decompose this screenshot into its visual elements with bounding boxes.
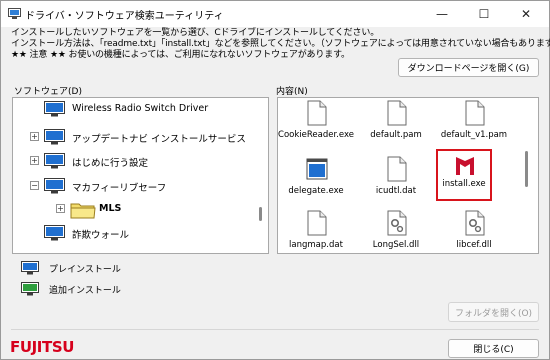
tree-item-label: アップデートナビ インストールサービス bbox=[72, 134, 246, 145]
tree-item-label: はじめに行う設定 bbox=[72, 158, 149, 169]
maximize-icon: ☐ bbox=[478, 7, 490, 21]
utility-window: ドライバ・ソフトウェア検索ユーティリティ — ☐ ✕ インストールしたいソフトウ… bbox=[0, 0, 550, 360]
file-item-selected[interactable]: install.exe bbox=[436, 149, 492, 201]
install-method-text: インストール方法は、「readme.txt」「install.txt」などを参照… bbox=[11, 39, 550, 49]
open-folder-button[interactable]: フォルダを開く(O) bbox=[448, 302, 539, 322]
collapse-icon[interactable]: − bbox=[30, 181, 39, 190]
file-item[interactable]: icudtl.dat bbox=[358, 156, 434, 201]
document-icon bbox=[307, 100, 327, 126]
additional-install-monitor-icon bbox=[21, 282, 39, 296]
legend-preinstall-label: プレインストール bbox=[49, 265, 121, 275]
document-icon bbox=[307, 210, 327, 236]
document-icon bbox=[465, 100, 485, 126]
legend-additional-label: 追加インストール bbox=[49, 286, 121, 296]
expand-icon[interactable]: + bbox=[30, 156, 39, 165]
file-name: delegate.exe bbox=[288, 186, 344, 196]
software-tree[interactable]: Wireless Radio Switch Driver + アップデートナビ … bbox=[12, 97, 269, 254]
file-name: install.exe bbox=[442, 179, 486, 189]
tree-scrollbar-thumb[interactable] bbox=[259, 207, 262, 221]
preinstall-monitor-icon bbox=[44, 129, 65, 145]
file-item[interactable]: LongSel.dll bbox=[358, 210, 434, 253]
tree-item-mcafee-livesafe[interactable]: − マカフィーリブセーフ bbox=[13, 175, 258, 197]
fujitsu-logo: FUJITSU bbox=[10, 338, 75, 356]
preinstall-monitor-icon bbox=[44, 225, 65, 241]
file-item[interactable]: delegate.exe bbox=[278, 156, 354, 201]
minimize-icon: — bbox=[436, 7, 448, 21]
tree-item-label: Wireless Radio Switch Driver bbox=[72, 103, 209, 114]
contents-scrollbar-thumb[interactable] bbox=[525, 151, 528, 187]
tree-item-mls[interactable]: + MLS bbox=[13, 198, 258, 220]
minimize-button[interactable]: — bbox=[421, 1, 463, 27]
document-icon bbox=[387, 156, 407, 182]
tree-item-label: MLS bbox=[99, 203, 122, 214]
preinstall-monitor-icon bbox=[21, 261, 39, 275]
software-label: ソフトウェア(D) bbox=[14, 87, 82, 97]
legend-preinstall: プレインストール bbox=[21, 259, 171, 277]
file-name: default_v1.pam bbox=[440, 130, 508, 140]
preinstall-monitor-icon bbox=[44, 178, 65, 194]
tree-item-wireless-radio-switch-driver[interactable]: Wireless Radio Switch Driver bbox=[13, 98, 258, 120]
app-icon bbox=[8, 8, 21, 19]
file-name: langmap.dat bbox=[289, 240, 343, 250]
legend-additional: 追加インストール bbox=[21, 280, 171, 298]
title-bar[interactable]: ドライバ・ソフトウェア検索ユーティリティ — ☐ ✕ bbox=[1, 1, 549, 27]
window-title: ドライバ・ソフトウェア検索ユーティリティ bbox=[25, 11, 224, 22]
document-icon bbox=[387, 100, 407, 126]
expand-icon[interactable]: + bbox=[30, 132, 39, 141]
contents-file-list[interactable]: CookieReader.exe default.pam default_v1.… bbox=[277, 97, 539, 254]
close-button[interactable]: 閉じる(C) bbox=[448, 339, 539, 358]
file-name: libcef.dll bbox=[456, 240, 492, 250]
tree-item-fraud-wall[interactable]: 詐欺ウォール bbox=[13, 222, 258, 244]
tree-item-label: マカフィーリブセーフ bbox=[72, 183, 167, 194]
tree-item-label: 詐欺ウォール bbox=[72, 230, 130, 241]
instruction-text: インストールしたいソフトウェアを一覧から選び、Cドライブにインストールしてくださ… bbox=[11, 28, 380, 38]
app-window-icon bbox=[306, 158, 328, 180]
folder-icon bbox=[70, 203, 96, 219]
file-name: LongSel.dll bbox=[372, 240, 420, 250]
file-name: icudtl.dat bbox=[375, 186, 417, 196]
preinstall-monitor-icon bbox=[44, 101, 65, 117]
tree-item-update-navi[interactable]: + アップデートナビ インストールサービス bbox=[13, 126, 258, 148]
expand-icon[interactable]: + bbox=[56, 204, 65, 213]
file-item[interactable]: CookieReader.exe bbox=[278, 100, 354, 145]
file-name: default.pam bbox=[370, 130, 422, 140]
close-icon: ✕ bbox=[520, 7, 532, 21]
file-item[interactable]: langmap.dat bbox=[278, 210, 354, 253]
settings-document-icon bbox=[465, 210, 485, 236]
contents-label: 内容(N) bbox=[276, 87, 308, 97]
caution-text: ★★ 注意 ★★ お使いの機種によっては、ご利用になれないソフトウェアがあります… bbox=[11, 50, 350, 60]
maximize-button[interactable]: ☐ bbox=[463, 1, 505, 27]
file-item[interactable]: default_v1.pam bbox=[436, 100, 512, 145]
preinstall-monitor-icon bbox=[44, 153, 65, 169]
file-name: CookieReader.exe bbox=[278, 130, 354, 140]
settings-document-icon bbox=[387, 210, 407, 236]
divider bbox=[11, 329, 539, 330]
file-item[interactable]: default.pam bbox=[358, 100, 434, 145]
file-item[interactable]: libcef.dll bbox=[436, 210, 512, 253]
open-download-page-button[interactable]: ダウンロードページを開く(G) bbox=[398, 58, 539, 77]
mcafee-icon bbox=[456, 157, 474, 175]
close-window-button[interactable]: ✕ bbox=[505, 1, 547, 27]
tree-item-initial-setup[interactable]: + はじめに行う設定 bbox=[13, 150, 258, 172]
